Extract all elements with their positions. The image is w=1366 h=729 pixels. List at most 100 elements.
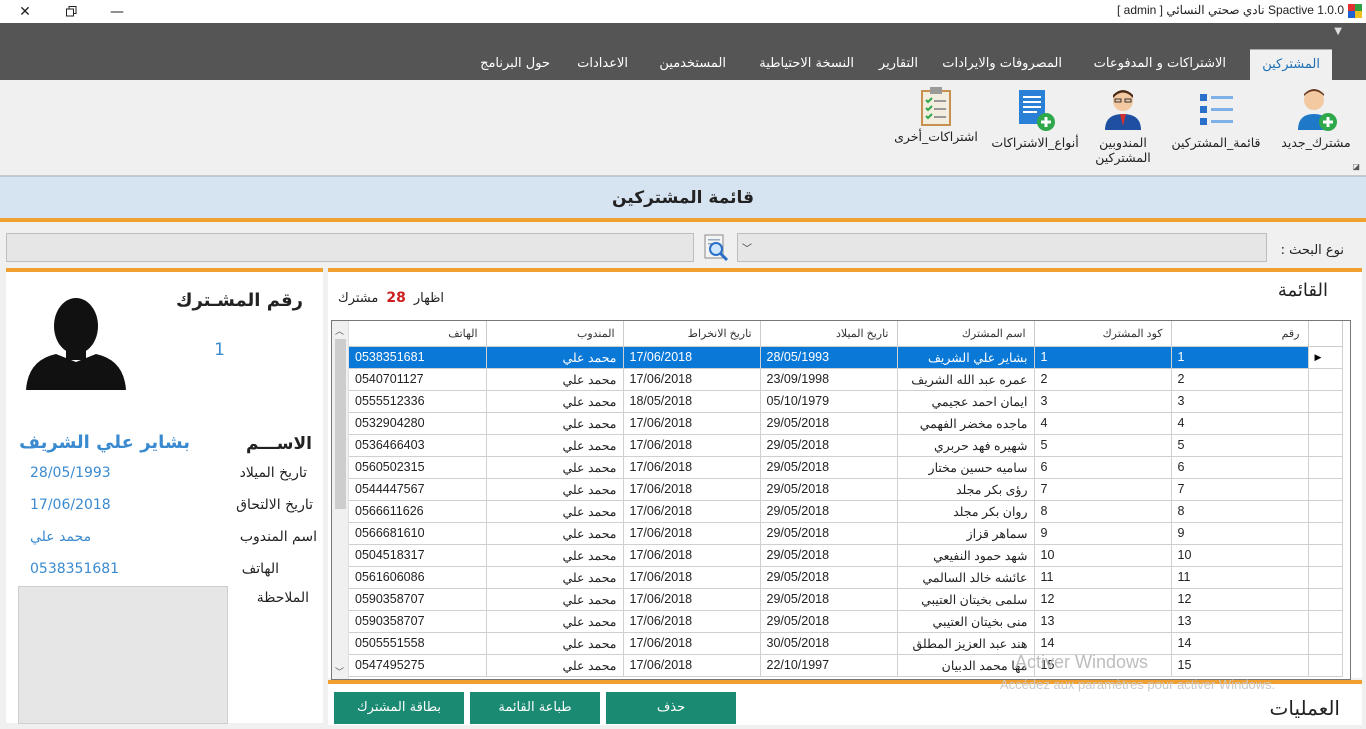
cell-number: 12 (1171, 588, 1309, 611)
other-subscriptions-button[interactable]: اشتراكات_أخرى (892, 86, 980, 144)
cell-phone: 0566611626 (349, 500, 487, 523)
restore-icon[interactable] (48, 0, 94, 23)
name-label: الاســـم (246, 434, 312, 454)
cell-delegate: محمد علي (486, 456, 624, 479)
table-row[interactable]: 14 14 هند عبد العزيز المطلق 30/05/2018 17/06… (349, 632, 1343, 655)
other-subscriptions-label: اشتراكات_أخرى (894, 129, 978, 144)
tab-about[interactable]: حول البرنامج (468, 49, 562, 80)
col-phone[interactable]: الهاتف (349, 321, 487, 347)
cell-birth-date: 29/05/2018 (760, 478, 898, 501)
col-number[interactable]: رقم (1171, 321, 1309, 347)
table-row[interactable]: ▶ 1 1 بشاير علي الشريف 28/05/1993 17/06/2018 م… (349, 346, 1343, 369)
row-header[interactable] (1307, 478, 1343, 501)
cell-delegate: محمد علي (486, 522, 624, 545)
row-header[interactable] (1307, 368, 1343, 391)
tab-subscriptions-payments[interactable]: الاشتراكات و المدفوعات (1082, 49, 1238, 80)
row-header[interactable] (1307, 522, 1343, 545)
cell-code: 13 (1034, 610, 1172, 633)
quick-access-chevron-icon[interactable]: ▼ (1334, 26, 1342, 37)
cell-number: 3 (1171, 390, 1309, 413)
cell-delegate: محمد علي (486, 346, 624, 369)
scroll-up-icon[interactable]: ︿ (335, 324, 344, 337)
row-header[interactable] (1307, 588, 1343, 611)
col-code[interactable]: كود المشترك (1034, 321, 1172, 347)
subscriber-details-panel: رقم المشـترك 1 الاســـم بشاير علي الشريف… (6, 268, 323, 724)
row-header[interactable] (1307, 566, 1343, 589)
tab-backup[interactable]: النسخة الاحتياطية (747, 49, 866, 80)
cell-birth-date: 30/05/2018 (760, 632, 898, 655)
minimize-icon[interactable]: — (94, 0, 140, 23)
app-logo-icon (1348, 4, 1362, 18)
cell-birth-date: 29/05/2018 (760, 412, 898, 435)
row-header[interactable] (1307, 390, 1343, 413)
row-header[interactable] (1307, 654, 1343, 677)
window-title: Spactive 1.0.0 نادي صحتي النسائي [ admin… (1116, 3, 1344, 17)
cell-delegate: محمد علي (486, 588, 624, 611)
cell-code: 10 (1034, 544, 1172, 567)
table-row[interactable]: 12 12 سلمى بخيتان العتيبي 29/05/2018 17/06/2… (349, 588, 1343, 611)
print-list-button[interactable]: طباعة القائمة (470, 692, 600, 724)
cell-code: 1 (1034, 346, 1172, 369)
vertical-scrollbar[interactable]: ︿ ﹀ (332, 321, 349, 679)
cell-delegate: محمد علي (486, 566, 624, 589)
new-subscriber-button[interactable]: مشترك_جديد (1278, 86, 1354, 150)
table-row[interactable]: 11 11 عائشه خالد السالمي 29/05/2018 17/06/20… (349, 566, 1343, 589)
tab-expenses-revenues[interactable]: المصروفات والايرادات (930, 49, 1074, 80)
row-header[interactable] (1307, 456, 1343, 479)
delegate-name-value: محمد علي (30, 529, 92, 545)
row-header[interactable] (1307, 544, 1343, 567)
search-input[interactable] (6, 233, 694, 262)
delegates-button[interactable]: المندوبين المشتركين (1090, 86, 1156, 165)
scroll-down-icon[interactable]: ﹀ (335, 665, 344, 678)
delete-button[interactable]: حذف (606, 692, 736, 724)
table-row[interactable]: 10 10 شهد حمود النفيعي 29/05/2018 17/06/2018… (349, 544, 1343, 567)
ribbon-expand-icon[interactable]: ◪ (1352, 162, 1360, 171)
col-birth-date[interactable]: تاريخ الميلاد (760, 321, 898, 347)
tab-users[interactable]: المستخدمين (647, 49, 738, 80)
count-value: 28 (386, 290, 406, 306)
scrollbar-thumb[interactable] (335, 339, 346, 509)
col-name[interactable]: اسم المشترك (897, 321, 1035, 347)
activation-watermark-title: Activer Windows (1015, 652, 1149, 672)
table-row[interactable]: 4 4 ماجده مخضر الفهمي 29/05/2018 17/06/2018 م… (349, 412, 1343, 435)
row-header[interactable] (1307, 610, 1343, 633)
cell-name: عائشه خالد السالمي (897, 566, 1035, 589)
close-icon[interactable]: ✕ (2, 0, 48, 23)
table-row[interactable]: 5 5 شهيره فهد حربري 29/05/2018 17/06/2018 محم… (349, 434, 1343, 457)
activation-watermark-text: Accédez aux paramètres pour activer Wind… (1000, 677, 1276, 692)
tab-settings[interactable]: الاعدادات (565, 49, 640, 80)
table-row[interactable]: 15 15 مها محمد الدبيان 22/10/1997 17/06/2018… (349, 654, 1343, 677)
table-row[interactable]: 13 13 منى بخيتان العتيبي 29/05/2018 17/06/20… (349, 610, 1343, 633)
row-header[interactable] (1307, 632, 1343, 655)
table-row[interactable]: 7 7 رؤى بكر مجلد 29/05/2018 17/06/2018 محمد ع… (349, 478, 1343, 501)
list-title: القائمة (1277, 280, 1328, 301)
table-row[interactable]: 3 3 ايمان احمد عجيمي 05/10/1979 18/05/2018 مح… (349, 390, 1343, 413)
row-header[interactable] (1307, 500, 1343, 523)
tab-reports[interactable]: التقارير (867, 49, 930, 80)
table-row[interactable]: 8 8 روان بكر مجلد 29/05/2018 17/06/2018 محمد … (349, 500, 1343, 523)
row-header[interactable]: ▶ (1307, 346, 1343, 369)
cell-name: سلمى بخيتان العتيبي (897, 588, 1035, 611)
cell-name: رؤى بكر مجلد (897, 478, 1035, 501)
col-join-date[interactable]: تاريخ الانخراط (623, 321, 761, 347)
subscriber-card-button[interactable]: بطاقة المشترك (334, 692, 464, 724)
row-header[interactable] (1307, 412, 1343, 435)
col-delegate[interactable]: المندوب (486, 321, 624, 347)
add-user-icon (1298, 89, 1337, 131)
search-type-select[interactable]: ﹀ (737, 233, 1267, 262)
tab-subscribers[interactable]: المشتركين (1250, 49, 1332, 80)
subscribers-grid[interactable]: ︿ ﹀ رقم كود المشترك اسم المشترك تاريخ ال… (331, 320, 1351, 680)
search-icon[interactable] (702, 233, 730, 262)
subscribers-list-button[interactable]: قائمة_المشتركين (1166, 86, 1266, 150)
cell-number: 4 (1171, 412, 1309, 435)
cell-name: روان بكر مجلد (897, 500, 1035, 523)
subscriber-number-value: 1 (214, 340, 225, 360)
search-type-label: نوع البحث : (1280, 243, 1344, 258)
table-row[interactable]: 9 9 سماهر قزاز 29/05/2018 17/06/2018 محمد علي… (349, 522, 1343, 545)
table-row[interactable]: 2 2 عمره عبد الله الشريف 23/09/1998 17/06/20… (349, 368, 1343, 391)
subscription-types-button[interactable]: أنواع_الاشتراكات (990, 86, 1080, 150)
cell-phone: 0566681610 (349, 522, 487, 545)
row-header[interactable] (1307, 434, 1343, 457)
cell-birth-date: 29/05/2018 (760, 434, 898, 457)
table-row[interactable]: 6 6 ساميه حسين مختار 29/05/2018 17/06/2018 مح… (349, 456, 1343, 479)
